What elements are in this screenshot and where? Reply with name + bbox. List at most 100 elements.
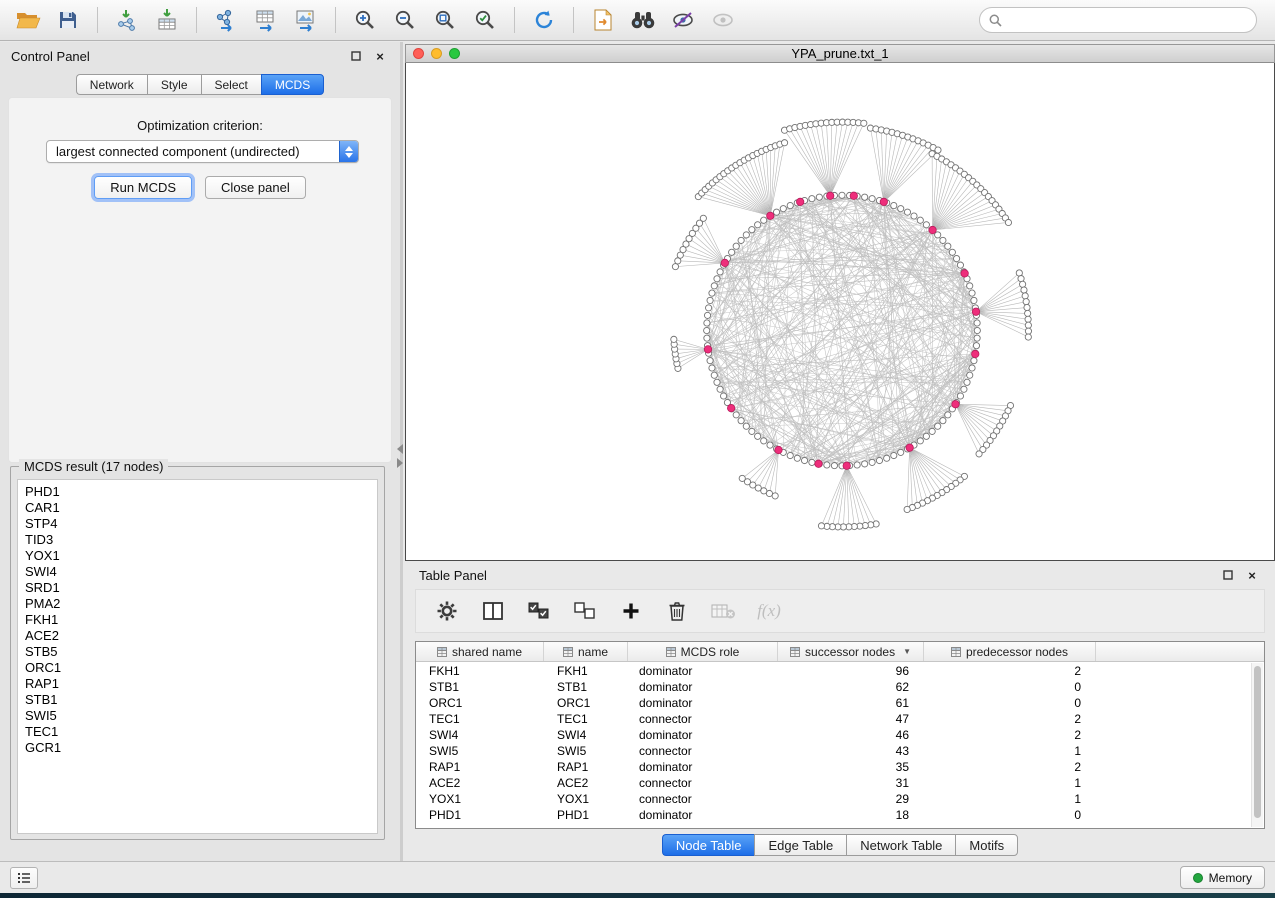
float-table-panel-icon[interactable] — [1219, 567, 1237, 583]
columns-icon — [482, 601, 504, 621]
tab-mcds[interactable]: MCDS — [261, 74, 324, 95]
show-columns-button[interactable] — [480, 596, 506, 626]
function-builder-button[interactable]: f(x) — [756, 596, 782, 626]
column-header-mcds-role[interactable]: MCDS role — [628, 642, 778, 661]
mcds-result-item[interactable]: TID3 — [25, 532, 377, 548]
mcds-result-item[interactable]: SWI5 — [25, 708, 377, 724]
delete-table-button[interactable] — [710, 596, 736, 626]
mcds-result-item[interactable]: TEC1 — [25, 724, 377, 740]
import-network-button[interactable] — [109, 4, 145, 36]
toggle-visibility-button[interactable] — [705, 4, 741, 36]
gear-icon — [436, 600, 458, 622]
optimization-dropdown[interactable]: largest connected component (undirected) — [46, 140, 359, 163]
run-mcds-button[interactable]: Run MCDS — [94, 176, 192, 199]
toolbar-separator — [573, 7, 574, 33]
table-cell: connector — [628, 744, 778, 758]
memory-label: Memory — [1209, 871, 1252, 885]
float-panel-icon[interactable] — [347, 48, 365, 64]
tab-network[interactable]: Network — [76, 74, 147, 95]
window-minimize-icon[interactable] — [431, 48, 442, 59]
import-table-button[interactable] — [149, 4, 185, 36]
mcds-result-item[interactable]: YOX1 — [25, 548, 377, 564]
delete-column-button[interactable] — [664, 596, 690, 626]
window-maximize-icon[interactable] — [449, 48, 460, 59]
table-scrollbar[interactable] — [1251, 663, 1263, 827]
column-header-shared-name[interactable]: shared name — [416, 642, 544, 661]
table-row[interactable]: SWI5SWI5connector431 — [416, 743, 1251, 759]
trash-icon — [667, 600, 687, 622]
save-session-button[interactable] — [50, 4, 86, 36]
table-cell: ORC1 — [416, 696, 544, 710]
add-column-button[interactable] — [618, 596, 644, 626]
mcds-result-item[interactable]: PMA2 — [25, 596, 377, 612]
close-panel-button[interactable]: Close panel — [205, 176, 306, 199]
table-row[interactable]: RAP1RAP1dominator352 — [416, 759, 1251, 775]
network-canvas[interactable] — [405, 63, 1275, 561]
table-panel-tabs: Node Table Edge Table Network Table Moti… — [405, 834, 1275, 856]
memory-status-icon — [1193, 873, 1203, 883]
table-row[interactable]: FKH1FKH1dominator962 — [416, 663, 1251, 679]
table-cell: 1 — [924, 744, 1096, 758]
mcds-result-item[interactable]: STB5 — [25, 644, 377, 660]
export-image-button[interactable] — [288, 4, 324, 36]
table-row[interactable]: ORC1ORC1dominator610 — [416, 695, 1251, 711]
window-close-icon[interactable] — [413, 48, 424, 59]
column-header-predecessor-nodes[interactable]: predecessor nodes — [924, 642, 1096, 661]
table-row[interactable]: PHD1PHD1dominator180 — [416, 807, 1251, 823]
dropdown-stepper-icon — [339, 141, 358, 162]
cytoscape-app-window: Control Panel × Network Style Select MCD… — [0, 0, 1275, 893]
search-box — [979, 7, 1257, 33]
close-panel-icon[interactable]: × — [371, 48, 389, 64]
tab-edge-table[interactable]: Edge Table — [754, 834, 846, 856]
task-history-button[interactable] — [10, 867, 38, 889]
tab-node-table[interactable]: Node Table — [662, 834, 755, 856]
export-to-web-button[interactable] — [585, 4, 621, 36]
tab-select[interactable]: Select — [201, 74, 261, 95]
export-table-button[interactable] — [248, 4, 284, 36]
zoom-out-button[interactable] — [387, 4, 423, 36]
mcds-result-item[interactable]: FKH1 — [25, 612, 377, 628]
mcds-result-item[interactable]: STB1 — [25, 692, 377, 708]
column-type-icon — [790, 647, 800, 657]
sort-chevron-icon[interactable]: ▼ — [903, 647, 911, 656]
tab-style[interactable]: Style — [147, 74, 201, 95]
mcds-result-item[interactable]: CAR1 — [25, 500, 377, 516]
graphics-details-button[interactable] — [665, 4, 701, 36]
refresh-button[interactable] — [526, 4, 562, 36]
export-web-icon — [592, 8, 614, 32]
open-file-button[interactable] — [10, 4, 46, 36]
mcds-result-item[interactable]: ACE2 — [25, 628, 377, 644]
mcds-result-item[interactable]: PHD1 — [25, 484, 377, 500]
table-row[interactable]: SWI4SWI4dominator462 — [416, 727, 1251, 743]
column-header-name[interactable]: name — [544, 642, 628, 661]
tab-motifs[interactable]: Motifs — [955, 834, 1018, 856]
column-header-successor-nodes[interactable]: successor nodes ▼ — [778, 642, 924, 661]
mcds-result-item[interactable]: RAP1 — [25, 676, 377, 692]
table-scrollbar-thumb[interactable] — [1254, 666, 1261, 818]
zoom-selected-button[interactable] — [467, 4, 503, 36]
mcds-result-item[interactable]: STP4 — [25, 516, 377, 532]
mcds-result-item[interactable]: SWI4 — [25, 564, 377, 580]
delete-table-icon — [710, 602, 736, 620]
search-input[interactable] — [1008, 13, 1247, 28]
deselect-all-button[interactable] — [572, 596, 598, 626]
zoom-in-button[interactable] — [347, 4, 383, 36]
table-cell: dominator — [628, 808, 778, 822]
mcds-result-item[interactable]: SRD1 — [25, 580, 377, 596]
mcds-result-item[interactable]: GCR1 — [25, 740, 377, 756]
export-network-button[interactable] — [208, 4, 244, 36]
memory-button[interactable]: Memory — [1180, 866, 1265, 889]
table-row[interactable]: ACE2ACE2connector311 — [416, 775, 1251, 791]
toolbar-separator — [196, 7, 197, 33]
tab-network-table[interactable]: Network Table — [846, 834, 955, 856]
close-table-panel-icon[interactable]: × — [1243, 567, 1261, 583]
table-row[interactable]: YOX1YOX1connector291 — [416, 791, 1251, 807]
table-settings-button[interactable] — [434, 596, 460, 626]
find-neighbors-button[interactable] — [625, 4, 661, 36]
zoom-fit-button[interactable] — [427, 4, 463, 36]
table-row[interactable]: TEC1TEC1connector472 — [416, 711, 1251, 727]
select-all-button[interactable] — [526, 596, 552, 626]
table-row[interactable]: STB1STB1dominator620 — [416, 679, 1251, 695]
control-panel-header: Control Panel × — [0, 42, 400, 70]
mcds-result-item[interactable]: ORC1 — [25, 660, 377, 676]
